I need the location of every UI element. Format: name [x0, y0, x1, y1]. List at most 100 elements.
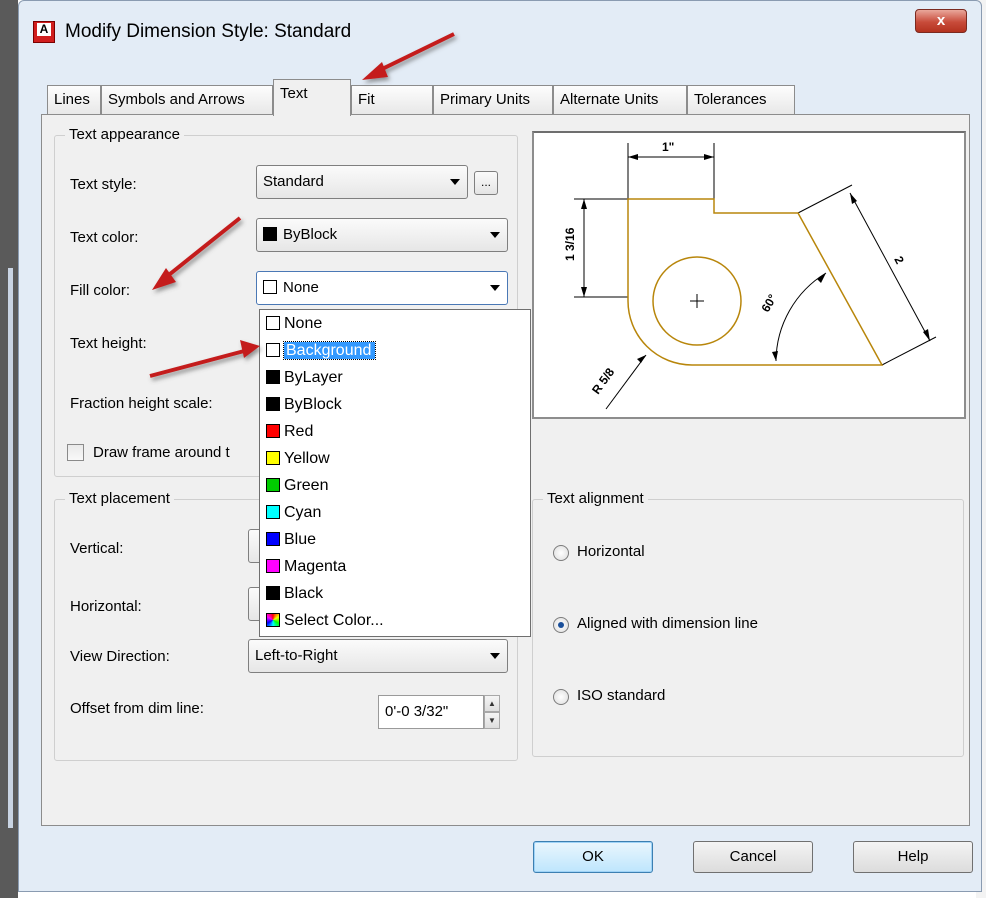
offset-spinner: ▲ ▼ [484, 695, 500, 729]
preview-part-outline [627, 198, 884, 366]
color-swatch [266, 559, 280, 573]
color-swatch [266, 316, 280, 330]
text-color-combo[interactable]: ByBlock [256, 218, 508, 252]
text-color-swatch [263, 227, 277, 241]
preview-drawing: 1" 1 3/16 2 60° R 5/8 [563, 140, 937, 410]
dimension-preview: 1" 1 3/16 2 60° R 5/8 [532, 131, 966, 419]
chevron-down-icon [490, 653, 500, 659]
fill-option-label: ByBlock [284, 396, 342, 413]
fill-option-label: Background [282, 341, 377, 360]
text-color-label: Text color: [70, 229, 139, 246]
text-height-label: Text height: [70, 335, 147, 352]
fill-color-label: Fill color: [70, 282, 131, 299]
radius-leader [605, 354, 647, 410]
fill-option-label: Magenta [284, 558, 347, 575]
fill-option-yellow[interactable]: Yellow [262, 445, 526, 472]
fill-option-cyan[interactable]: Cyan [262, 499, 526, 526]
offset-from-dim-line-label: Offset from dim line: [70, 700, 204, 717]
text-style-label: Text style: [70, 176, 137, 193]
view-direction-value: Left-to-Right [255, 647, 338, 665]
vertical-label: Vertical: [70, 540, 124, 557]
tab-fit[interactable]: Fit [351, 85, 433, 115]
fill-option-blue[interactable]: Blue [262, 526, 526, 553]
tab-alternate-units[interactable]: Alternate Units [553, 85, 687, 115]
fill-option-background[interactable]: Background [262, 337, 526, 364]
text-alignment-group: Text alignment Horizontal Aligned with d… [532, 490, 964, 757]
text-placement-title: Text placement [65, 490, 174, 507]
spin-up-icon[interactable]: ▲ [484, 695, 500, 712]
view-direction-label: View Direction: [70, 648, 170, 665]
chevron-down-icon [490, 285, 500, 291]
help-button[interactable]: Help [853, 841, 973, 873]
preview-dim-angle: 60° [758, 292, 779, 315]
fill-option-label: Red [284, 423, 314, 440]
arrow-head [628, 154, 638, 160]
color-swatch [266, 532, 280, 546]
text-style-value: Standard [263, 173, 324, 191]
ok-button[interactable]: OK [533, 841, 653, 873]
tab-primary-units[interactable]: Primary Units [433, 85, 553, 115]
draw-frame-checkbox[interactable] [67, 444, 84, 461]
close-button[interactable]: x [915, 9, 967, 33]
text-style-combo[interactable]: Standard [256, 165, 468, 199]
tab-tolerances[interactable]: Tolerances [687, 85, 795, 115]
fraction-height-scale-label: Fraction height scale: [70, 395, 213, 412]
modify-dimension-style-dialog: A Modify Dimension Style: Standard x Lin… [18, 0, 982, 892]
align-horizontal-radio[interactable] [553, 545, 569, 561]
fill-option-bylayer[interactable]: ByLayer [262, 364, 526, 391]
fill-option-black[interactable]: Black [262, 580, 526, 607]
spin-down-icon[interactable]: ▼ [484, 712, 500, 729]
color-swatch [266, 343, 280, 357]
color-swatch [266, 370, 280, 384]
arrow-head [581, 199, 587, 209]
align-iso-label: ISO standard [577, 687, 666, 704]
preview-dim-left: 1 3/16 [563, 227, 577, 261]
fill-option-none[interactable]: None [262, 310, 526, 337]
fill-color-swatch [263, 280, 277, 294]
fill-option-magenta[interactable]: Magenta [262, 553, 526, 580]
fill-option-red[interactable]: Red [262, 418, 526, 445]
dimension-line-slanted [849, 192, 931, 342]
preview-dim-right: 2 [891, 254, 907, 267]
extension-line [797, 184, 853, 214]
title-bar[interactable]: A Modify Dimension Style: Standard x [19, 1, 981, 71]
arrow-head [704, 154, 714, 160]
color-wheel-icon [266, 613, 280, 627]
cancel-button[interactable]: Cancel [693, 841, 813, 873]
color-swatch [266, 586, 280, 600]
fill-option-green[interactable]: Green [262, 472, 526, 499]
fill-option-label: Yellow [284, 450, 330, 467]
fill-color-combo[interactable]: None [256, 271, 508, 305]
color-swatch [266, 424, 280, 438]
align-iso-radio[interactable] [553, 689, 569, 705]
fill-color-dropdown-list[interactable]: None Background ByLayer ByBlock Red Yell… [259, 309, 531, 637]
view-direction-combo[interactable]: Left-to-Right [248, 639, 508, 673]
background-window-edge [0, 0, 18, 898]
color-swatch [266, 478, 280, 492]
text-appearance-title: Text appearance [65, 126, 184, 143]
arrow-head [637, 355, 646, 363]
fill-option-label: None [284, 315, 323, 332]
text-style-browse-button[interactable]: ... [474, 171, 498, 195]
arrow-head [850, 193, 857, 204]
align-dimension-line-label: Aligned with dimension line [577, 615, 758, 632]
align-dimension-line-radio[interactable] [553, 617, 569, 633]
color-swatch [266, 451, 280, 465]
tab-lines[interactable]: Lines [47, 85, 101, 115]
fill-option-label: ByLayer [284, 369, 343, 386]
fill-option-byblock[interactable]: ByBlock [262, 391, 526, 418]
preview-dim-top: 1" [662, 140, 674, 154]
text-alignment-title: Text alignment [543, 490, 648, 507]
tab-symbols-and-arrows[interactable]: Symbols and Arrows [101, 85, 273, 115]
tab-text[interactable]: Text [273, 79, 351, 116]
offset-input[interactable]: 0'-0 3/32" [378, 695, 484, 729]
color-swatch [266, 397, 280, 411]
horizontal-label: Horizontal: [70, 598, 142, 615]
autocad-app-icon: A [33, 21, 55, 43]
fill-option-select-color[interactable]: Select Color... [262, 607, 526, 634]
fill-option-label: Black [284, 585, 324, 602]
arrow-head [772, 351, 778, 361]
fill-option-label: Green [284, 477, 329, 494]
arrow-head [581, 287, 587, 297]
chevron-down-icon [450, 179, 460, 185]
